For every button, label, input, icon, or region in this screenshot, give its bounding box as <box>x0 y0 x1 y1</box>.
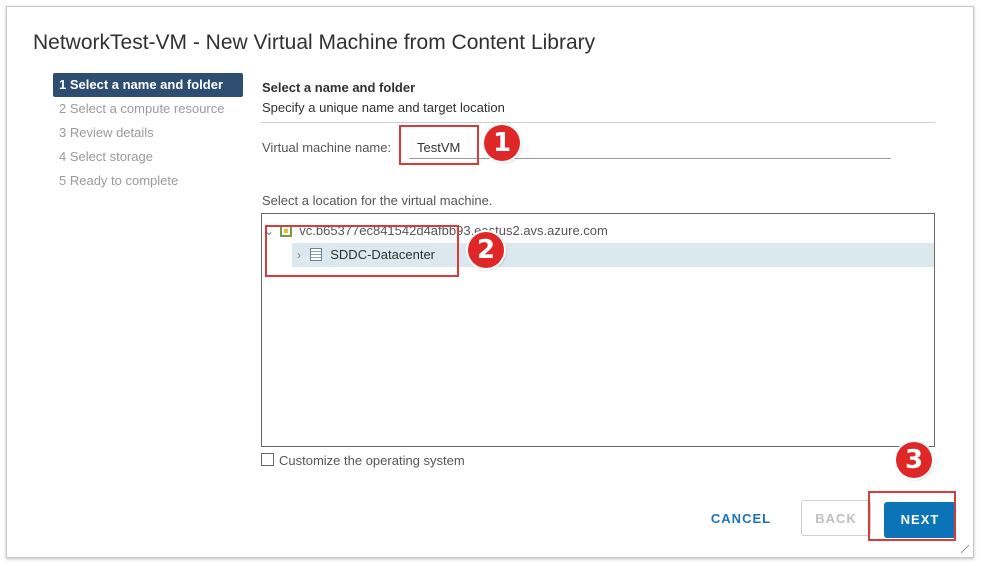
annotation-highlight-vm-name <box>399 125 479 165</box>
annotation-badge-3: 3 <box>896 442 932 478</box>
location-label: Select a location for the virtual machin… <box>262 193 493 208</box>
step-content: Select a name and folder Specify a uniqu… <box>261 7 956 557</box>
annotation-badge-2: 2 <box>468 232 504 268</box>
resize-handle[interactable] <box>961 545 969 553</box>
step-select-name-folder[interactable]: 1 Select a name and folder <box>53 73 243 97</box>
step-select-compute-resource[interactable]: 2 Select a compute resource <box>53 97 243 121</box>
cancel-button[interactable]: CANCEL <box>701 501 781 537</box>
step-ready-to-complete[interactable]: 5 Ready to complete <box>53 169 243 193</box>
step-select-storage[interactable]: 4 Select storage <box>53 145 243 169</box>
customize-os-checkbox[interactable] <box>261 453 274 466</box>
wizard-dialog: NetworkTest-VM - New Virtual Machine fro… <box>6 6 974 558</box>
vm-name-input[interactable] <box>409 136 891 159</box>
vm-name-label: Virtual machine name: <box>262 140 392 155</box>
section-title: Select a name and folder <box>262 80 416 95</box>
wizard-steps: 1 Select a name and folder 2 Select a co… <box>53 73 243 193</box>
annotation-badge-1: 1 <box>484 125 520 161</box>
customize-os-label: Customize the operating system <box>279 453 465 468</box>
annotation-highlight-next <box>868 491 956 541</box>
step-review-details[interactable]: 3 Review details <box>53 121 243 145</box>
customize-os-option[interactable]: Customize the operating system <box>261 453 465 468</box>
divider <box>261 122 935 123</box>
annotation-highlight-datacenter <box>265 225 459 277</box>
section-subtitle: Specify a unique name and target locatio… <box>262 100 505 115</box>
back-button[interactable]: BACK <box>801 500 871 536</box>
